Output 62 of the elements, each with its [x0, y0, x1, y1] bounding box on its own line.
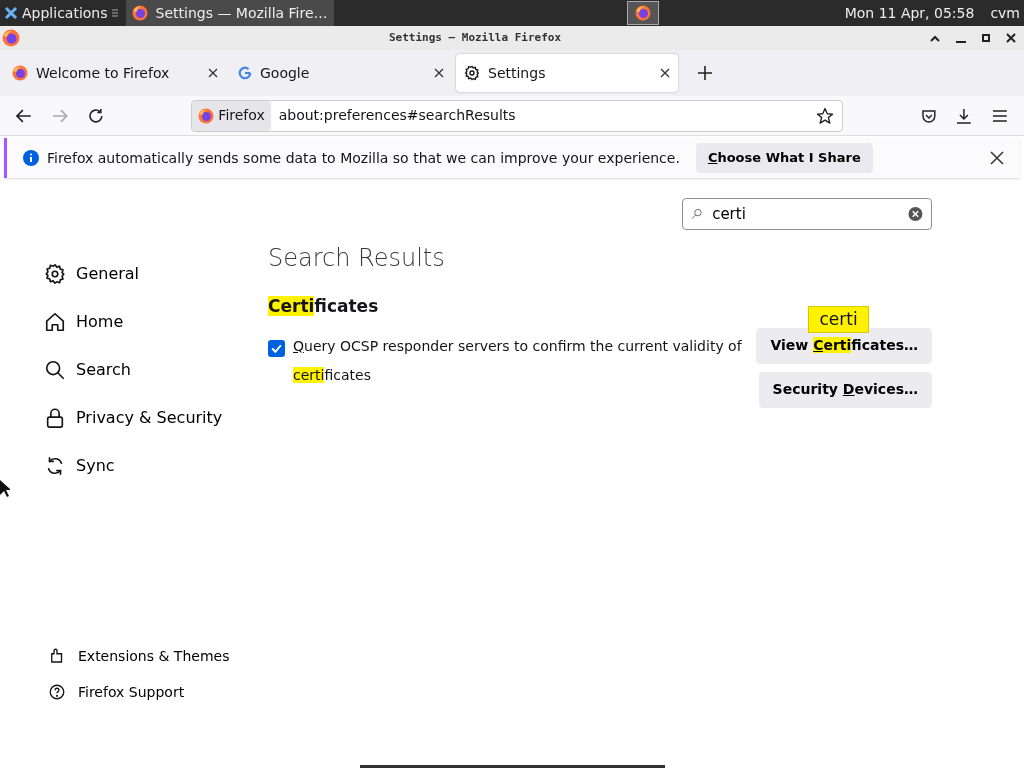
sidebar-item[interactable]: Privacy & Security: [44, 394, 268, 442]
firefox-logo-icon: [131, 5, 148, 21]
maximize-up-icon[interactable]: [930, 34, 940, 42]
restore-icon[interactable]: [982, 34, 990, 42]
reload-icon[interactable]: [87, 107, 104, 124]
footer-link[interactable]: Extensions & Themes: [48, 638, 268, 674]
address-bar[interactable]: Firefox about:preferences#searchResults: [191, 99, 843, 132]
search-tooltip: certi: [808, 305, 869, 333]
gear-icon: [44, 263, 66, 285]
sidebar-item[interactable]: Search: [44, 346, 268, 394]
choose-what-i-share-button[interactable]: Choose What I Share: [695, 143, 873, 173]
user-name: cvm: [990, 3, 1020, 23]
footer-link[interactable]: Firefox Support: [48, 674, 268, 710]
clear-icon[interactable]: [908, 206, 923, 222]
close-icon[interactable]: [990, 151, 1004, 165]
close-tab-icon[interactable]: [434, 68, 444, 78]
help-icon: [48, 683, 66, 701]
tab-title: Settings: [488, 63, 547, 83]
firefox-logo-icon: [2, 29, 20, 47]
firefox-logo-icon: [198, 107, 215, 124]
pocket-icon[interactable]: [920, 107, 937, 124]
close-icon[interactable]: [1006, 33, 1016, 43]
sidebar-item[interactable]: Sync: [44, 442, 268, 490]
dialog-button[interactable]: Security Devices…: [758, 371, 932, 408]
tab-title: Welcome to Firefox: [36, 63, 171, 83]
notification-message: Firefox automatically sends some data to Mozilla so that we can improve your experience.: [47, 148, 680, 168]
checkbox[interactable]: [268, 339, 285, 357]
window-title: Settings — Mozilla Firefox: [387, 29, 563, 46]
taskbar-window-button[interactable]: Settings — Mozilla Fire…: [125, 0, 334, 26]
identity-label: Firefox: [218, 106, 265, 125]
gear-icon: [464, 65, 480, 81]
lock-icon: [44, 407, 66, 429]
browser-tab[interactable]: Welcome to Firefox: [4, 54, 226, 92]
url-text: about:preferences#searchResults: [278, 106, 517, 125]
back-icon[interactable]: [16, 108, 32, 123]
download-icon[interactable]: [956, 107, 973, 124]
identity-box[interactable]: Firefox: [192, 100, 271, 131]
browser-tab[interactable]: Google: [230, 54, 452, 92]
applications-menu[interactable]: Applications: [22, 2, 108, 24]
firefox-logo-icon: [635, 5, 652, 21]
tab-title: Google: [260, 63, 311, 83]
search-field[interactable]: certi: [682, 198, 932, 230]
info-icon: [23, 150, 39, 166]
page-heading: Search Results: [268, 243, 446, 274]
menu-icon[interactable]: [111, 8, 118, 18]
new-tab-icon[interactable]: [698, 66, 712, 80]
close-tab-icon[interactable]: [208, 68, 218, 78]
search-icon: [691, 208, 703, 220]
sidebar-item[interactable]: General: [44, 250, 268, 298]
mouse-pointer-icon: [0, 480, 10, 498]
close-tab-icon[interactable]: [660, 68, 670, 78]
browser-tab[interactable]: Settings: [456, 54, 678, 92]
firefox-logo-icon: [12, 65, 28, 81]
apps-icon[interactable]: [4, 6, 18, 20]
google-g-icon: [238, 66, 252, 80]
star-icon[interactable]: [815, 106, 834, 125]
taskbar-launcher[interactable]: [627, 1, 660, 25]
home-icon: [44, 311, 66, 333]
sidebar-item[interactable]: Home: [44, 298, 268, 346]
clock: Mon 11 Apr, 05:58: [844, 3, 975, 23]
menu-icon[interactable]: [992, 108, 1008, 123]
search-icon: [44, 359, 66, 381]
